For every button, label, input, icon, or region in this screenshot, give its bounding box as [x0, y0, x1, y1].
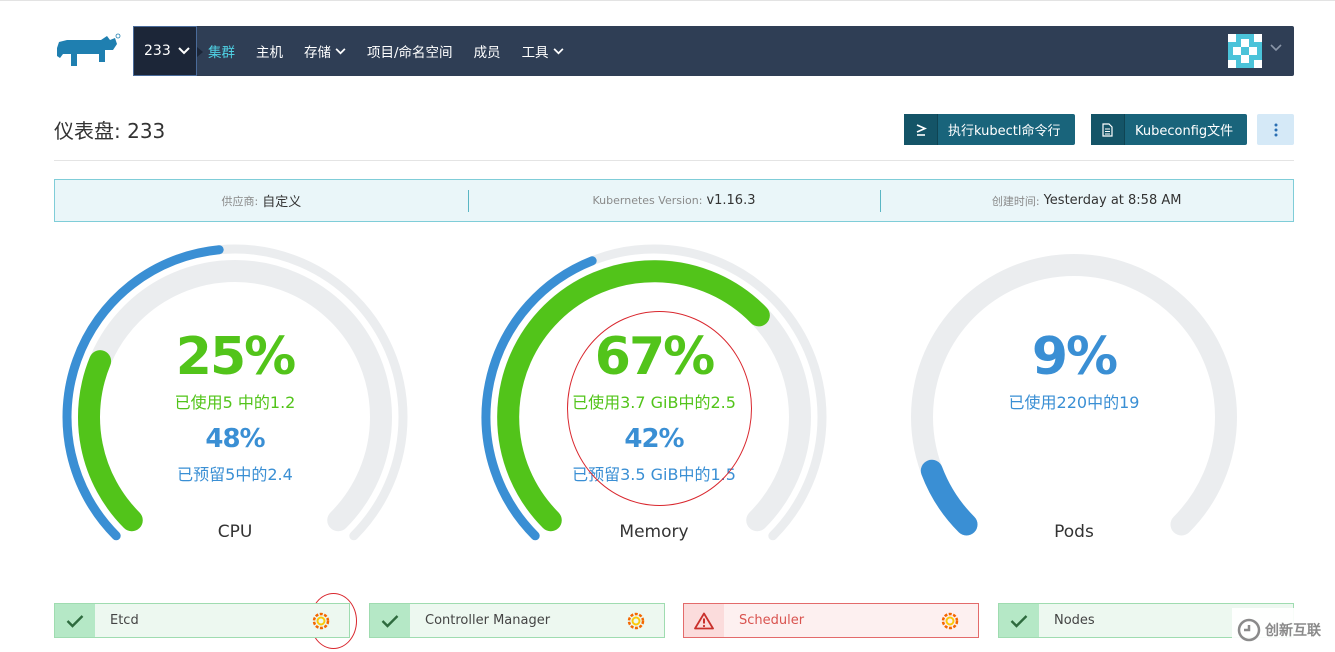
nav-item-members[interactable]: 成员 — [474, 41, 501, 61]
page-title: 仪表盘: 233 — [54, 119, 166, 143]
controller-manager-status: Controller Manager — [369, 603, 665, 638]
annotation-circle — [567, 311, 752, 506]
check-icon — [370, 604, 410, 637]
nav-item-storage[interactable]: 存储 — [304, 41, 346, 61]
pods-gauge: 9% 已使用220中的19 Pods — [889, 232, 1259, 562]
check-icon — [55, 604, 95, 637]
nav-item-label: 工具 — [521, 45, 549, 61]
nav-item-tools[interactable]: 工具 — [522, 41, 564, 61]
kubectl-shell-button[interactable]: 执行kubectl命令行 — [904, 114, 1075, 145]
kubeconfig-button-label: Kubeconfig文件 — [1135, 124, 1234, 139]
memory-gauge-label: Memory — [619, 522, 689, 542]
cpu-used-percent: 25% — [175, 327, 296, 387]
nav-item-cluster[interactable]: 集群 — [208, 41, 235, 61]
cpu-reserved-text: 已预留5中的2.4 — [177, 465, 293, 484]
kubeconfig-file-button[interactable]: Kubeconfig文件 — [1091, 114, 1247, 145]
nav-menu: 集群 主机 存储 项目/命名空间 成员 工具 — [208, 26, 585, 76]
cluster-selector[interactable]: 233 — [133, 26, 203, 76]
provider-label: 供应商: — [221, 194, 259, 208]
more-actions-button[interactable] — [1257, 114, 1294, 145]
provider-info: 供应商: 自定义 — [55, 180, 468, 221]
version-info: Kubernetes Version: v1.16.3 — [467, 180, 881, 221]
created-info: 创建时间: Yesterday at 8:58 AM — [880, 180, 1293, 221]
version-value: v1.16.3 — [706, 193, 756, 208]
watermark: 创新互联 — [1232, 608, 1335, 652]
grafana-icon[interactable] — [940, 611, 960, 631]
cluster-info-bar: 供应商: 自定义 Kubernetes Version: v1.16.3 创建时… — [54, 179, 1294, 222]
etcd-status: Etcd — [54, 603, 350, 638]
header-divider — [54, 160, 1294, 161]
chevron-down-icon — [178, 47, 190, 55]
terminal-icon — [904, 114, 938, 145]
provider-value: 自定义 — [262, 195, 302, 210]
nav-item-label: 集群 — [208, 45, 235, 61]
grafana-icon[interactable] — [311, 611, 331, 631]
nav-item-projects[interactable]: 项目/命名空间 — [367, 41, 453, 61]
chevron-down-icon — [335, 47, 346, 54]
watermark-logo-icon — [1237, 618, 1261, 642]
nav-item-label: 存储 — [304, 45, 331, 61]
nav-item-hosts[interactable]: 主机 — [256, 41, 283, 61]
version-label: Kubernetes Version: — [592, 194, 703, 207]
pods-used-percent: 9% — [1031, 327, 1118, 387]
pods-used-arc — [920, 459, 978, 536]
nav-item-label: 项目/命名空间 — [367, 45, 453, 61]
top-border — [0, 0, 1335, 1]
kubectl-button-label: 执行kubectl命令行 — [948, 124, 1061, 139]
cpu-gauge: 25% 已使用5 中的1.2 48% 已预留5中的2.4 CPU — [50, 232, 420, 562]
cpu-gauge-label: CPU — [217, 522, 253, 542]
selector-pointer — [197, 47, 203, 57]
pods-gauge-label: Pods — [1054, 522, 1094, 542]
rancher-logo-icon[interactable] — [55, 32, 125, 72]
check-icon — [999, 604, 1039, 637]
user-avatar[interactable] — [1228, 34, 1262, 68]
top-navbar: 233 集群 主机 存储 项目/命名空间 成员 工具 — [133, 26, 1294, 76]
chevron-down-icon[interactable] — [1270, 44, 1282, 52]
scheduler-status: Scheduler — [683, 603, 979, 638]
scheduler-label: Scheduler — [739, 613, 805, 628]
chevron-down-icon — [553, 47, 564, 54]
controller-manager-label: Controller Manager — [425, 613, 551, 628]
grafana-icon[interactable] — [626, 611, 646, 631]
watermark-text: 创新互联 — [1265, 623, 1321, 639]
nav-item-label: 成员 — [473, 45, 501, 61]
nav-item-label: 主机 — [256, 45, 283, 61]
created-label: 创建时间: — [991, 194, 1040, 208]
cluster-name: 233 — [144, 43, 171, 59]
created-value: Yesterday at 8:58 AM — [1043, 193, 1182, 208]
file-icon — [1091, 114, 1125, 145]
cpu-reserved-percent: 48% — [205, 424, 265, 454]
etcd-label: Etcd — [110, 613, 139, 628]
warning-triangle-icon — [684, 604, 724, 637]
vertical-dots-icon — [1274, 123, 1277, 136]
pods-used-text: 已使用220中的19 — [1008, 393, 1140, 412]
cpu-used-text: 已使用5 中的1.2 — [174, 393, 296, 412]
